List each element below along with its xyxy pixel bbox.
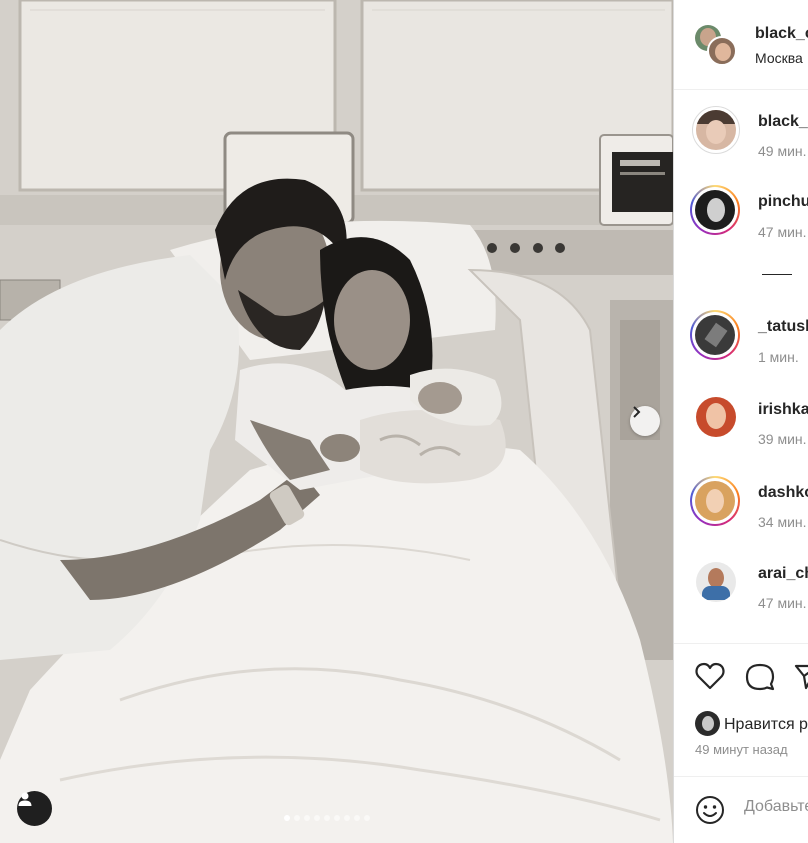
carousel-dot <box>284 815 290 821</box>
comment-time[interactable]: 34 мин. <box>758 514 807 530</box>
carousel-next-button[interactable] <box>630 406 660 436</box>
post-location[interactable]: Москва <box>755 50 803 66</box>
comment-icon <box>745 663 775 691</box>
carousel-dot <box>354 815 360 821</box>
avatar[interactable] <box>696 562 736 602</box>
user-tag-button[interactable] <box>17 791 52 826</box>
post-timestamp[interactable]: 49 минут назад <box>695 742 788 757</box>
action-bar <box>674 643 808 778</box>
comment-time[interactable]: 47 мин. <box>758 595 807 611</box>
comment-username[interactable]: _tatush <box>758 318 808 336</box>
carousel-dot <box>324 815 330 821</box>
collab-avatar[interactable] <box>707 36 737 66</box>
photo-illustration <box>0 0 673 843</box>
carousel-dot <box>344 815 350 821</box>
share-button[interactable] <box>794 662 808 695</box>
avatar[interactable] <box>695 190 735 230</box>
smile-icon <box>696 796 724 824</box>
emoji-button[interactable] <box>695 795 725 830</box>
comment-time[interactable]: 1 мин. <box>758 349 799 365</box>
avatar[interactable] <box>696 110 736 150</box>
comment-time[interactable]: 39 мин. <box>758 431 807 447</box>
post-author-name[interactable]: black_c <box>755 25 808 43</box>
comment-time[interactable]: 49 мин. <box>758 143 807 159</box>
chevron-right-icon <box>633 406 641 418</box>
comment-time[interactable]: 47 мин. <box>758 224 807 240</box>
carousel-dot <box>314 815 320 821</box>
post-photo[interactable] <box>0 0 673 843</box>
liker-avatar[interactable] <box>695 711 720 736</box>
carousel-indicator <box>284 815 370 821</box>
comment-username[interactable]: dashko <box>758 484 808 502</box>
comment-username[interactable]: arai_ch <box>758 565 808 583</box>
heart-icon <box>695 662 725 690</box>
comment-button[interactable] <box>745 662 775 697</box>
avatar[interactable] <box>695 315 735 355</box>
likes-summary[interactable]: Нравится р <box>724 716 808 734</box>
carousel-dot <box>364 815 370 821</box>
view-replies-line[interactable] <box>762 274 792 275</box>
comment-username[interactable]: pinchu <box>758 193 808 211</box>
user-tag-icon <box>18 792 32 806</box>
avatar[interactable] <box>695 481 735 521</box>
carousel-dot <box>294 815 300 821</box>
comment-input[interactable] <box>744 798 808 816</box>
post-header: black_c Москва <box>674 0 808 90</box>
carousel-dot <box>334 815 340 821</box>
paper-plane-icon <box>794 664 808 690</box>
add-comment-bar <box>674 776 808 843</box>
avatar[interactable] <box>696 397 736 437</box>
carousel-dot <box>304 815 310 821</box>
comment-username[interactable]: black_ <box>758 113 808 131</box>
comment-username[interactable]: irishka <box>758 401 808 419</box>
post-sidebar: black_c Москва black_ 49 мин. pinchu 47 … <box>673 0 808 843</box>
like-button[interactable] <box>695 662 725 695</box>
